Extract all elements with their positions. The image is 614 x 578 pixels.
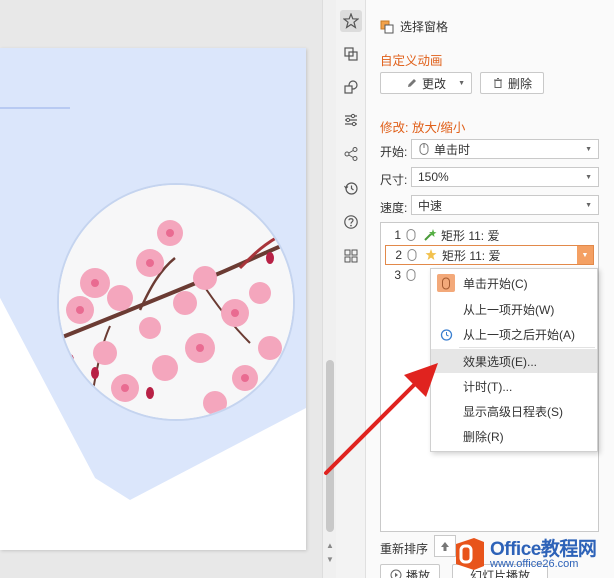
chevron-down-icon[interactable]: ▼: [577, 246, 593, 264]
size-value: 150%: [418, 170, 449, 184]
speed-label: 速度:: [380, 201, 408, 215]
menu-item-label: 显示高级日程表(S): [463, 404, 563, 419]
animation-label: 矩形 11: 爱: [442, 248, 501, 263]
menu-item-label: 从上一项开始(W): [463, 302, 555, 317]
reorder-label: 重新排序: [380, 542, 429, 556]
chevron-down-icon: ▼: [458, 79, 465, 87]
more-apps-tab[interactable]: [340, 245, 362, 267]
size-label: 尺寸:: [380, 173, 408, 187]
mouse-icon: [419, 143, 429, 155]
animation-item-1[interactable]: 1 矩形 11: 爱: [385, 225, 594, 245]
animation-order: 2: [395, 248, 402, 262]
help-icon: [344, 215, 358, 229]
chevron-down-icon: ▼: [585, 145, 592, 153]
speed-value: 中速: [418, 198, 443, 213]
menu-item-delete[interactable]: 删除(R): [431, 424, 597, 448]
properties-tab[interactable]: [340, 109, 362, 131]
menu-item-label: 删除(R): [463, 429, 504, 444]
history-tab[interactable]: [340, 177, 362, 199]
chevron-down-icon: ▼: [585, 201, 592, 209]
menu-item-effect-options[interactable]: 效果选项(E)...: [431, 349, 597, 373]
vertical-scrollbar[interactable]: ▲ ▼: [322, 0, 336, 578]
scroll-down-arrow[interactable]: ▼: [323, 554, 337, 566]
star-icon: [343, 13, 359, 29]
start-value: 单击时: [434, 142, 471, 157]
chevron-down-icon: ▼: [585, 173, 592, 181]
menu-item-start-after-previous[interactable]: 从上一项之后开始(A): [431, 322, 597, 346]
animation-label: 矩形 11: 爱: [441, 228, 500, 243]
scroll-up-arrow[interactable]: ▲: [323, 540, 337, 552]
start-select[interactable]: 单击时 ▼: [411, 139, 599, 159]
pencil-icon: [407, 79, 416, 87]
animation-item-2[interactable]: 2 矩形 11: 爱 ▼: [385, 245, 594, 265]
animation-order: 1: [394, 228, 401, 242]
slide-canvas: [0, 0, 322, 578]
menu-separator: [459, 347, 595, 348]
play-icon: [390, 569, 402, 578]
menu-item-label: 从上一项之后开始(A): [463, 327, 575, 342]
start-timing-context-menu: 单击开始(C) 从上一项开始(W) 从上一项之后开始(A) 效果选项(E)...…: [430, 268, 598, 452]
mouse-icon: [405, 268, 419, 282]
site-watermark: Office教程网 www.office26.com: [450, 528, 614, 578]
shapes-icon: [344, 80, 358, 94]
emphasis-effect-icon: [424, 248, 438, 262]
custom-animation-heading: 自定义动画: [380, 54, 443, 68]
entrance-effect-icon: [423, 228, 437, 242]
speed-select[interactable]: 中速 ▼: [411, 195, 599, 215]
trash-icon: [493, 78, 502, 88]
delete-effect-label: 删除: [507, 76, 532, 91]
selection-pane-icon: [380, 20, 394, 33]
start-label: 开始:: [380, 145, 408, 159]
mouse-icon: [437, 274, 455, 292]
slide[interactable]: [0, 48, 306, 550]
clock-icon: [437, 325, 455, 343]
watermark-url: www.office26.com: [490, 558, 579, 570]
custom-animation-tab[interactable]: [340, 10, 362, 32]
office-logo-icon: [456, 538, 484, 570]
task-pane-icon-rail: [336, 0, 366, 578]
play-label: 播放: [405, 568, 430, 578]
slide-artwork: [0, 48, 306, 550]
shapes-tab[interactable]: [340, 76, 362, 98]
menu-item-label: 单击开始(C): [463, 276, 528, 291]
sliders-icon: [345, 113, 357, 127]
menu-item-start-with-previous[interactable]: 从上一项开始(W): [431, 297, 597, 321]
menu-item-label: 计时(T)...: [463, 379, 513, 394]
change-effect-button[interactable]: 更改 ▼: [380, 72, 472, 94]
menu-item-show-advanced-timeline[interactable]: 显示高级日程表(S): [431, 399, 597, 423]
help-tab[interactable]: [340, 211, 362, 233]
selection-pane-label: 选择窗格: [400, 20, 449, 34]
menu-item-start-on-click[interactable]: 单击开始(C): [431, 271, 597, 295]
history-icon: [344, 182, 358, 195]
menu-item-timing[interactable]: 计时(T)...: [431, 374, 597, 398]
modify-effect-heading: 修改: 放大/缩小: [380, 121, 466, 135]
share-tab[interactable]: [340, 143, 362, 165]
mouse-icon: [406, 248, 420, 262]
change-effect-label: 更改: [421, 76, 446, 91]
play-button[interactable]: 播放: [380, 564, 440, 578]
animation-order: 3: [394, 268, 401, 282]
slide-transition-tab[interactable]: [340, 43, 362, 65]
menu-item-label: 效果选项(E)...: [463, 354, 537, 369]
transition-icon: [344, 47, 358, 61]
share-icon: [344, 147, 358, 161]
scrollbar-thumb[interactable]: [326, 360, 334, 532]
grid-icon: [344, 249, 358, 263]
delete-effect-button[interactable]: 删除: [480, 72, 544, 94]
selection-pane-link[interactable]: 选择窗格: [380, 18, 448, 35]
watermark-brand: Office教程网: [490, 539, 597, 560]
size-select[interactable]: 150% ▼: [411, 167, 599, 187]
mouse-icon: [405, 228, 419, 242]
